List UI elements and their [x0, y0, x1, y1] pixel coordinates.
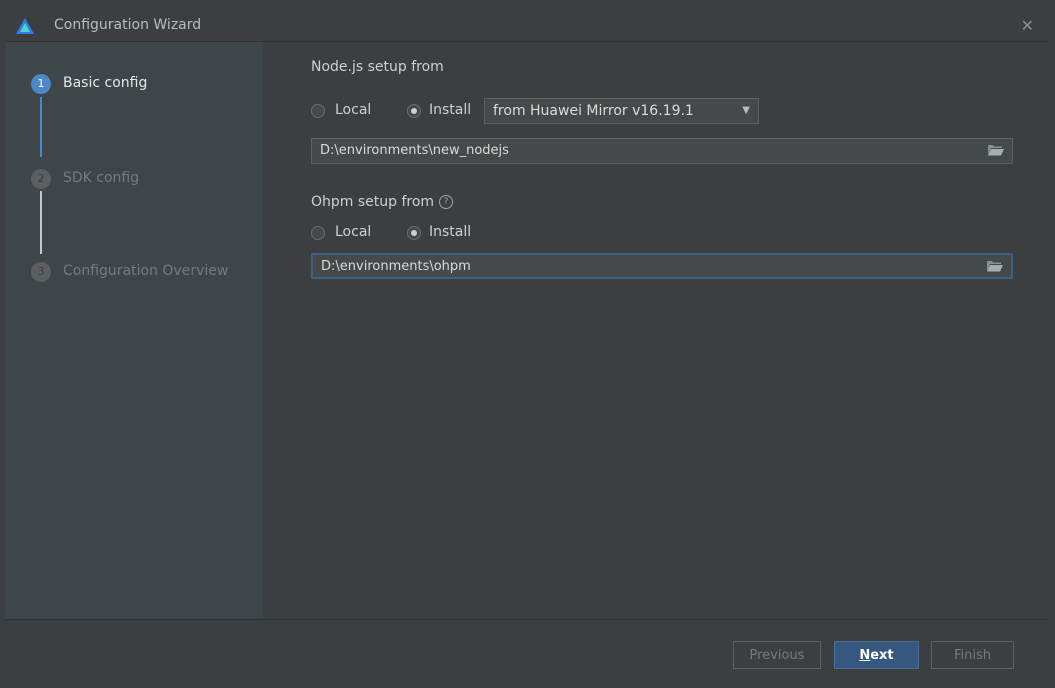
radio-button[interactable] [407, 104, 421, 118]
step-basic-config[interactable]: 1 Basic config [5, 74, 255, 100]
ohpm-install-radio[interactable]: Install [407, 224, 487, 246]
app-logo-icon [16, 18, 34, 34]
step-label: Basic config [63, 75, 148, 91]
ohpm-source-radio-group: Local Install [311, 224, 491, 246]
nodejs-section-label: Node.js setup from [311, 59, 444, 75]
nodejs-install-radio[interactable]: Install [407, 102, 487, 124]
folder-open-icon[interactable] [988, 144, 1004, 156]
radio-label: Local [335, 102, 372, 118]
close-icon[interactable]: ✕ [1021, 16, 1034, 35]
next-button[interactable]: Next [834, 641, 919, 669]
wizard-footer: Previous Next Finish [5, 619, 1048, 686]
ohpm-section-label: Ohpm setup from [311, 194, 435, 210]
help-icon[interactable]: ? [439, 195, 453, 209]
previous-button[interactable]: Previous [733, 641, 821, 669]
nodejs-source-radio-group: Local Install [311, 102, 491, 124]
radio-button[interactable] [407, 226, 421, 240]
step-connector [40, 97, 42, 157]
finish-button[interactable]: Finish [931, 641, 1014, 669]
ohpm-local-radio[interactable]: Local [311, 224, 391, 246]
nodejs-path-input[interactable] [320, 139, 970, 161]
step-label: SDK config [63, 170, 140, 186]
mirror-select-value: from Huawei Mirror v16.19.1 [493, 103, 694, 119]
window-title: Configuration Wizard [54, 17, 202, 33]
chevron-down-icon: ▼ [742, 105, 750, 116]
step-configuration-overview[interactable]: 3 Configuration Overview [5, 262, 255, 288]
step-connector [40, 191, 42, 254]
nodejs-local-radio[interactable]: Local [311, 102, 391, 124]
nodejs-path-field[interactable] [311, 138, 1013, 164]
step-label: Configuration Overview [63, 263, 229, 279]
step-number: 2 [31, 169, 51, 189]
next-label-rest: ext [870, 648, 894, 663]
radio-label: Install [429, 224, 472, 240]
step-number: 1 [31, 74, 51, 94]
wizard-steps-sidebar: 1 Basic config 2 SDK config 3 Configurat… [5, 42, 263, 619]
title-bar: Configuration Wizard ✕ [5, 10, 1048, 42]
step-number: 3 [31, 262, 51, 282]
radio-button[interactable] [311, 226, 325, 240]
nodejs-mirror-select[interactable]: from Huawei Mirror v16.19.1 ▼ [484, 98, 759, 124]
wizard-content: Node.js setup from Local Install from Hu… [263, 42, 1048, 619]
radio-button[interactable] [311, 104, 325, 118]
radio-label: Install [429, 102, 472, 118]
folder-open-icon[interactable] [987, 260, 1003, 272]
ohpm-path-input[interactable] [321, 255, 971, 277]
ohpm-path-field[interactable] [311, 253, 1013, 279]
configuration-wizard-window: Configuration Wizard ✕ 1 Basic config 2 … [5, 10, 1048, 686]
next-mnemonic: N [859, 648, 871, 663]
radio-label: Local [335, 224, 372, 240]
step-sdk-config[interactable]: 2 SDK config [5, 169, 255, 195]
